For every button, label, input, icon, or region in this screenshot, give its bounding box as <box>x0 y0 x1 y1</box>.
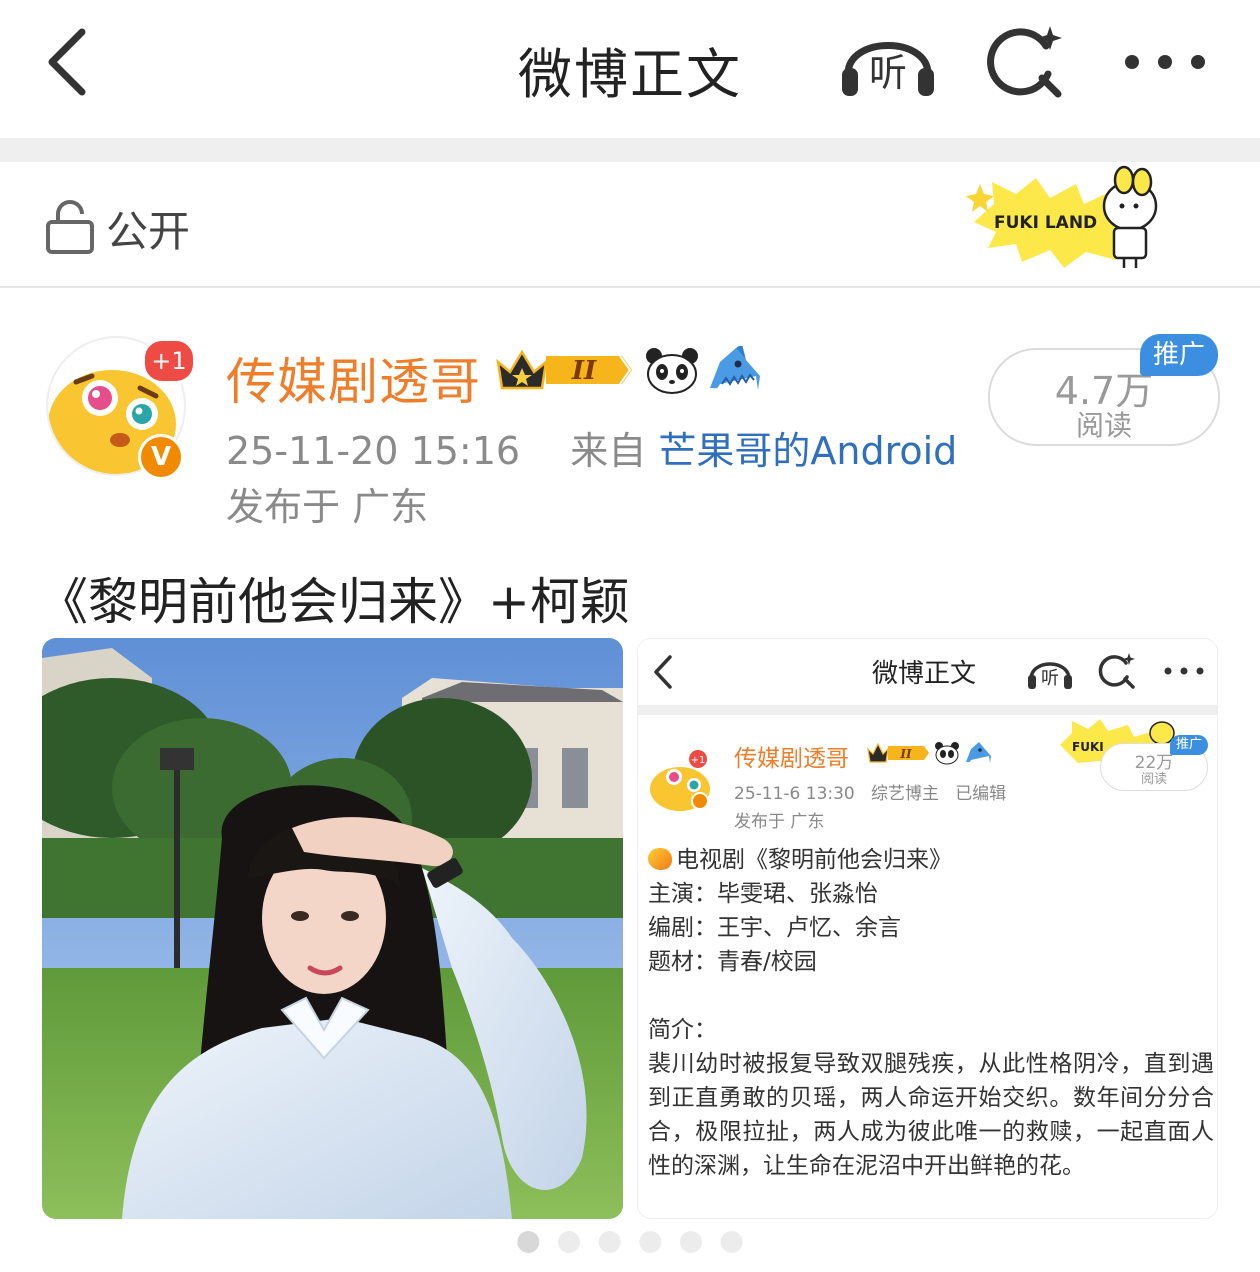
listen-button[interactable]: 听 <box>838 22 938 102</box>
post-meta: 25-11-20 15:16 来自 芒果哥的Android <box>226 420 957 475</box>
source-link[interactable]: 芒果哥的Android <box>658 429 957 473</box>
unlock-icon <box>46 200 94 254</box>
post-location: 发布于 广东 <box>226 485 429 529</box>
image-page-indicator <box>517 1231 743 1253</box>
svg-text:听: 听 <box>869 51 907 95</box>
shark-icon <box>966 742 991 763</box>
svg-text:听: 听 <box>1041 668 1059 689</box>
portrait-photo <box>42 638 623 1219</box>
promote-tag[interactable]: 推广 <box>1140 334 1218 376</box>
indicator-dot[interactable] <box>720 1231 743 1253</box>
indicator-dot[interactable] <box>558 1231 580 1253</box>
section-divider <box>0 138 1260 162</box>
source-prefix: 来自 <box>570 429 647 473</box>
post-image-1[interactable] <box>42 638 623 1219</box>
indicator-dot[interactable] <box>598 1231 621 1253</box>
verified-badge: V <box>138 434 184 480</box>
avatar: +1 <box>650 750 710 811</box>
svg-text:FUKI LAND: FUKI LAND <box>994 213 1097 233</box>
search-sparkle-icon <box>987 26 1062 98</box>
embedded-promote-tag: 推广 <box>1170 735 1208 755</box>
follow-plus-badge[interactable]: +1 <box>142 338 196 384</box>
author-name[interactable]: 传媒剧透哥 <box>226 342 481 414</box>
crown-level-badge: II <box>867 742 929 763</box>
panda-icon <box>935 742 959 765</box>
visibility-row: 公开 FUKI LAND <box>0 162 1260 288</box>
indicator-dot[interactable] <box>639 1231 662 1253</box>
reads-label: 阅读 <box>1075 409 1132 442</box>
panda-icon <box>646 348 698 394</box>
crown-level-badge: II <box>496 349 632 390</box>
more-dots-icon <box>1125 55 1205 69</box>
indicator-dot[interactable] <box>517 1231 540 1253</box>
embedded-title: 微博正文 <box>872 659 977 689</box>
chevron-left-icon <box>654 655 672 689</box>
embedded-author-name: 传媒剧透哥 <box>734 746 849 772</box>
post-image-2[interactable]: 微博正文 听 +1 传媒剧透哥 II 25-11-6 13:30 综艺博主 已编… <box>637 638 1218 1219</box>
post-body-text: 《黎明前他会归来》+柯颖 <box>38 573 630 631</box>
search-button[interactable] <box>986 22 1070 102</box>
mango-icon <box>648 848 672 870</box>
page-title: 微博正文 <box>518 43 742 106</box>
svg-text:+1: +1 <box>691 755 706 766</box>
visibility-label: 公开 <box>106 207 191 256</box>
top-nav-bar: 微博正文 听 <box>0 0 1260 138</box>
more-dots-icon <box>1164 667 1204 675</box>
indicator-dot[interactable] <box>680 1231 702 1253</box>
embedded-divider <box>638 705 1217 715</box>
svg-text:II: II <box>899 747 912 761</box>
embedded-post-meta: 25-11-6 13:30 综艺博主 已编辑 <box>734 784 1007 804</box>
search-sparkle-icon <box>1098 653 1135 689</box>
author-avatar[interactable]: +1 V <box>46 336 196 480</box>
embedded-location: 发布于 广东 <box>734 812 825 832</box>
embedded-top-bar: 微博正文 听 <box>638 639 1217 707</box>
embedded-post-body: 电视剧《黎明前他会归来》 主演：毕雯珺、张淼怡 编剧：王宇、卢忆、余言 题材：青… <box>648 847 1214 1179</box>
more-options-button[interactable] <box>1120 40 1210 84</box>
headphones-icon: 听 <box>1028 662 1072 689</box>
shark-icon <box>710 346 760 390</box>
svg-text:II: II <box>571 356 597 386</box>
post-timestamp: 25-11-20 15:16 <box>226 429 521 473</box>
svg-text:FUKI: FUKI <box>1072 740 1104 754</box>
fuki-land-badge: FUKI LAND <box>966 165 1158 268</box>
headphones-icon: 听 <box>842 42 934 96</box>
